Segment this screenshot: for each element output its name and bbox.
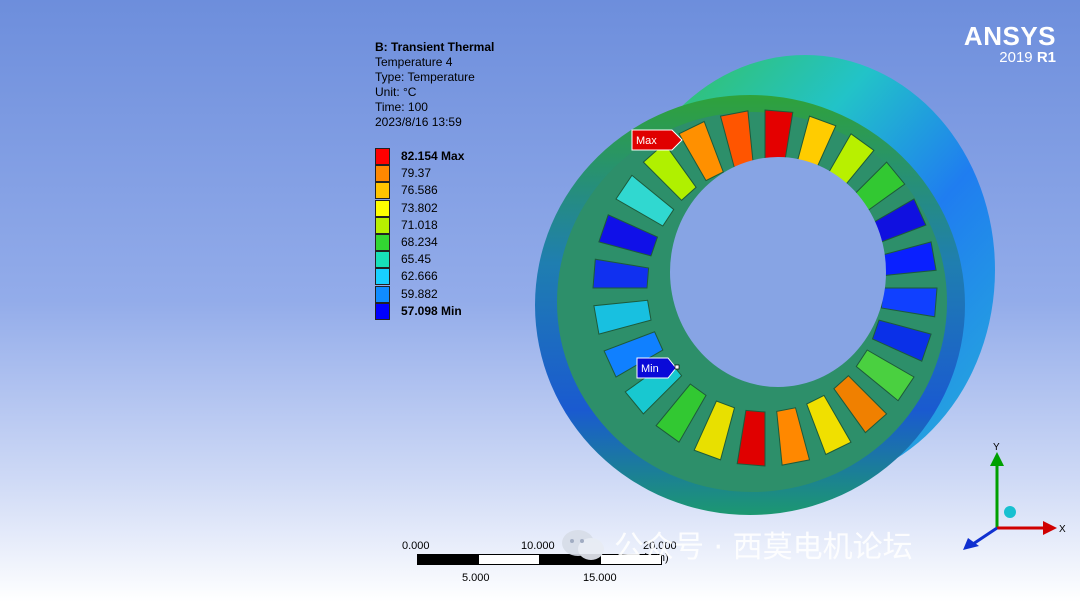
legend-swatch <box>375 182 390 200</box>
scale-label-0: 0.000 <box>402 540 430 552</box>
legend-label: 59.882 <box>401 286 438 301</box>
result-info: B: Transient Thermal Temperature 4 Type:… <box>375 40 494 130</box>
scale-label-15: 15.000 <box>583 572 617 584</box>
legend-label: 57.098 Min <box>401 303 462 318</box>
triad-x-label: X <box>1059 524 1066 535</box>
watermark-text: 公众号 · 西莫电机论坛 <box>614 530 913 565</box>
wechat-icon <box>560 527 606 571</box>
analysis-title: B: Transient Thermal <box>375 40 495 54</box>
result-unit: Unit: °C <box>375 85 417 99</box>
result-name: Temperature 4 <box>375 55 453 69</box>
min-probe-label: Min <box>641 363 659 375</box>
legend-swatch <box>375 251 390 269</box>
legend-label: 68.234 <box>401 234 438 249</box>
legend-swatch <box>375 216 390 234</box>
scale-label-10: 10.000 <box>521 540 555 552</box>
triad-y-label: Y <box>993 442 1000 453</box>
coordinate-triad[interactable]: Y X <box>955 440 1070 550</box>
legend-swatch <box>375 148 390 165</box>
max-probe-label: Max <box>636 135 657 147</box>
legend-label: 79.37 <box>401 166 432 181</box>
result-date: 2023/8/16 13:59 <box>375 115 462 129</box>
stator-bore <box>670 157 886 387</box>
max-probe[interactable]: Max <box>631 129 683 151</box>
legend-swatch <box>375 302 390 320</box>
scale-label-5: 5.000 <box>462 572 490 584</box>
legend-swatch <box>375 233 390 251</box>
legend-label: 82.154 Max <box>401 149 465 163</box>
legend-swatch <box>375 268 390 286</box>
legend-label: 65.45 <box>401 252 432 267</box>
legend-swatch <box>375 165 390 183</box>
legend-swatch <box>375 285 390 303</box>
legend-label: 62.666 <box>401 269 438 284</box>
watermark: 公众号 · 西莫电机论坛 <box>560 522 913 571</box>
legend-label: 71.018 <box>401 217 438 232</box>
legend-swatch <box>375 199 390 217</box>
result-type: Type: Temperature <box>375 70 475 84</box>
legend-label: 76.586 <box>401 183 438 198</box>
result-time: Time: 100 <box>375 100 428 114</box>
stator-model[interactable]: Max Min <box>520 40 1010 520</box>
version-release: R1 <box>1036 49 1056 66</box>
legend-label: 73.802 <box>401 200 438 215</box>
